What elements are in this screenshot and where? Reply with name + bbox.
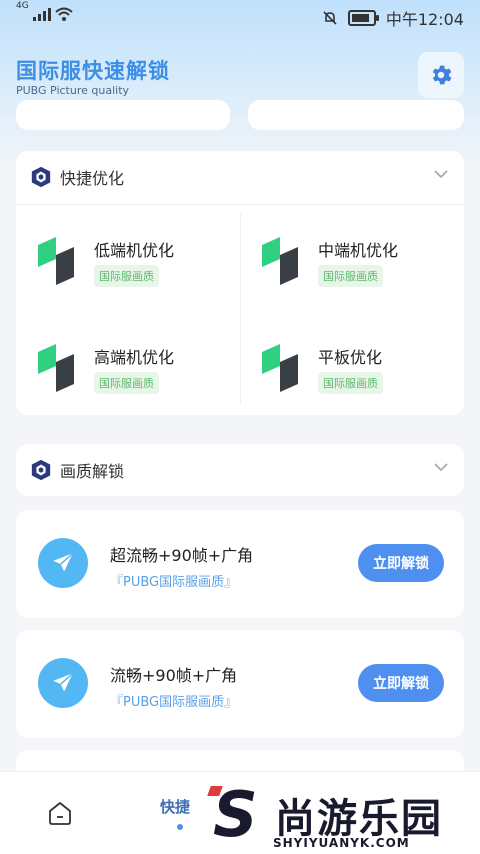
watermark-logo: S 尚游乐园 SHYIYUANYK.COM xyxy=(205,784,480,853)
optimize-icon xyxy=(38,237,74,285)
section-title: 快捷优化 xyxy=(60,169,125,188)
battery-icon xyxy=(347,10,379,26)
previous-card-left xyxy=(16,100,230,130)
chevron-down-icon[interactable] xyxy=(434,169,448,179)
unlock-item: 超流畅+90帧+广角 『PUBG国际服画质』 立即解锁 xyxy=(16,510,464,618)
option-tag: 国际服画质 xyxy=(318,265,383,287)
optimize-icon xyxy=(262,237,298,285)
previous-card-right xyxy=(248,100,464,130)
option-name: 中端机优化 xyxy=(318,241,399,260)
section-logo-icon xyxy=(31,459,51,481)
paper-plane-icon xyxy=(38,658,88,708)
status-bar: 4G 中午12:04 xyxy=(0,0,480,34)
unlock-name: 超流畅+90帧+广角 xyxy=(110,546,254,565)
section-title: 画质解锁 xyxy=(60,462,125,481)
settings-button[interactable] xyxy=(418,52,464,98)
section-logo-icon xyxy=(31,166,51,188)
unlock-name: 流畅+90帧+广角 xyxy=(110,666,238,685)
option-high-end[interactable]: 高端机优化 国际服画质 xyxy=(34,340,234,404)
signal-icon xyxy=(32,7,51,21)
gear-icon xyxy=(432,65,452,85)
option-tag: 国际服画质 xyxy=(94,372,159,394)
option-name: 高端机优化 xyxy=(94,348,175,367)
wifi-icon xyxy=(55,7,73,21)
unlock-header[interactable]: 画质解锁 xyxy=(16,444,464,496)
option-mid-end[interactable]: 中端机优化 国际服画质 xyxy=(258,233,458,297)
quick-optimize-header[interactable]: 快捷优化 xyxy=(16,151,464,203)
divider xyxy=(240,213,241,405)
network-type: 4G xyxy=(16,1,29,11)
option-tag: 国际服画质 xyxy=(94,265,159,287)
unlock-item: 流畅+90帧+广角 『PUBG国际服画质』 立即解锁 xyxy=(16,630,464,738)
chevron-down-icon[interactable] xyxy=(434,462,448,472)
app-title: 国际服快速解锁 xyxy=(16,59,170,83)
nav-tab-quick[interactable]: 快捷 xyxy=(160,796,190,817)
paper-plane-icon xyxy=(38,538,88,588)
unlock-now-button[interactable]: 立即解锁 xyxy=(358,544,444,582)
quick-optimize-card: 快捷优化 低端机优化 国际服画质 中端机优化 国际服画质 高端机优化 国际服画质 xyxy=(16,151,464,415)
clock: 中午12:04 xyxy=(385,10,464,29)
optimize-icon xyxy=(262,344,298,392)
option-low-end[interactable]: 低端机优化 国际服画质 xyxy=(34,233,234,297)
option-name: 平板优化 xyxy=(318,348,383,367)
unlock-tip: 『PUBG国际服画质』 xyxy=(110,575,238,590)
active-indicator xyxy=(177,824,183,830)
mute-icon xyxy=(323,11,337,25)
option-tablet[interactable]: 平板优化 国际服画质 xyxy=(258,340,458,404)
unlock-tip: 『PUBG国际服画质』 xyxy=(110,695,238,710)
watermark-url: SHYIYUANYK.COM xyxy=(273,836,410,850)
home-icon[interactable] xyxy=(47,800,73,826)
divider xyxy=(16,204,464,205)
optimize-icon xyxy=(38,344,74,392)
app-subtitle: PUBG Picture quality xyxy=(16,84,130,97)
option-name: 低端机优化 xyxy=(94,241,175,260)
unlock-now-button[interactable]: 立即解锁 xyxy=(358,664,444,702)
logo-s-mark: S xyxy=(213,778,258,851)
option-tag: 国际服画质 xyxy=(318,372,383,394)
